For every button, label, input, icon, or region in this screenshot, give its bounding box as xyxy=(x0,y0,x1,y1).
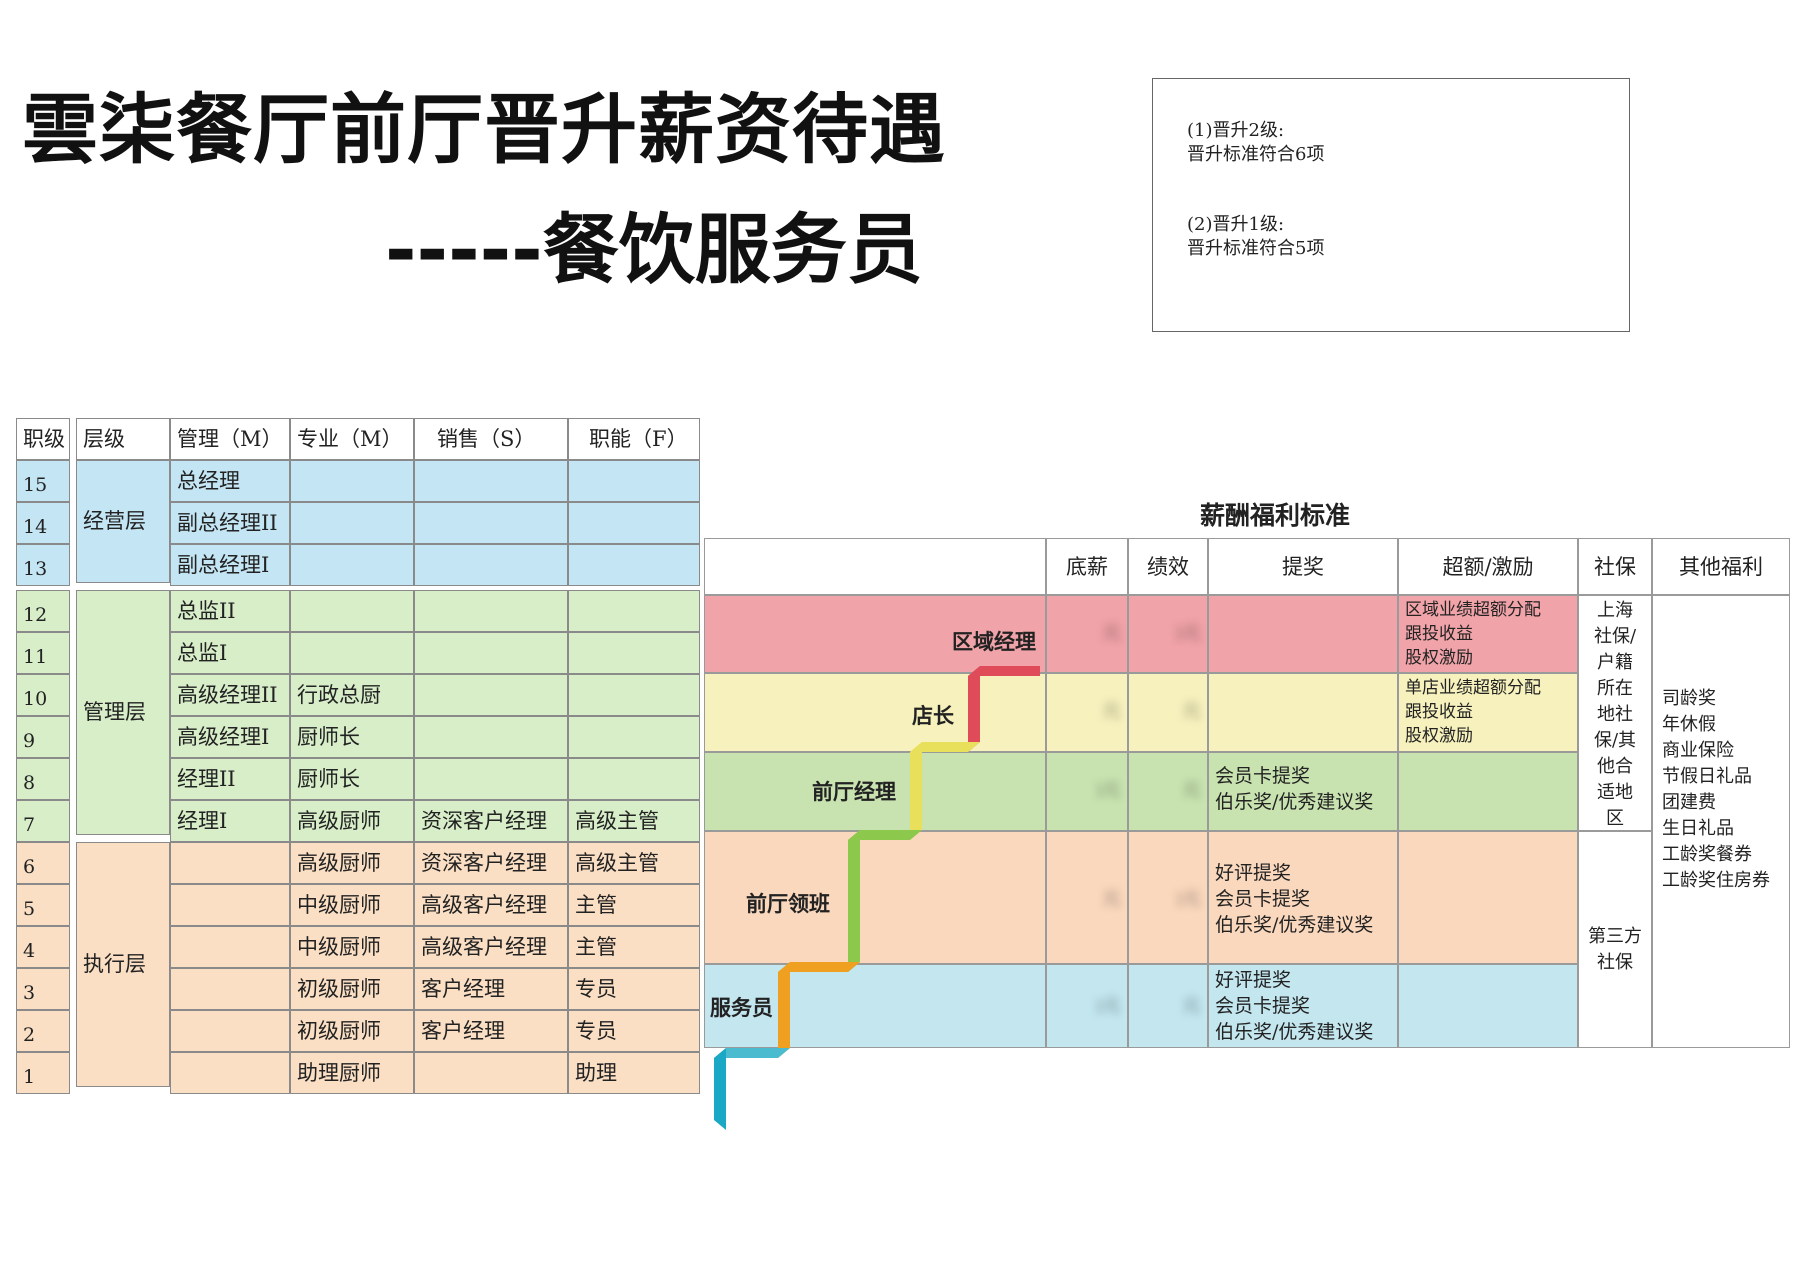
stair-riser-green xyxy=(848,830,860,972)
level-label-store-manager: 店长 xyxy=(912,704,954,728)
level-label-team-lead: 前厅领班 xyxy=(746,892,830,916)
promotion-staircase xyxy=(714,666,1040,1130)
level-label-waiter: 服务员 xyxy=(710,996,773,1020)
level-label-regional-manager: 区域经理 xyxy=(952,630,1036,654)
stair-riser-red xyxy=(968,666,980,752)
stair-riser-orange xyxy=(778,962,790,1058)
stair-tread-red xyxy=(968,666,1040,676)
stair-riser-blue xyxy=(714,1048,726,1130)
stair-tread-orange xyxy=(778,962,860,972)
stair-riser-yellow xyxy=(910,742,922,840)
level-label-front-manager: 前厅经理 xyxy=(812,780,896,804)
